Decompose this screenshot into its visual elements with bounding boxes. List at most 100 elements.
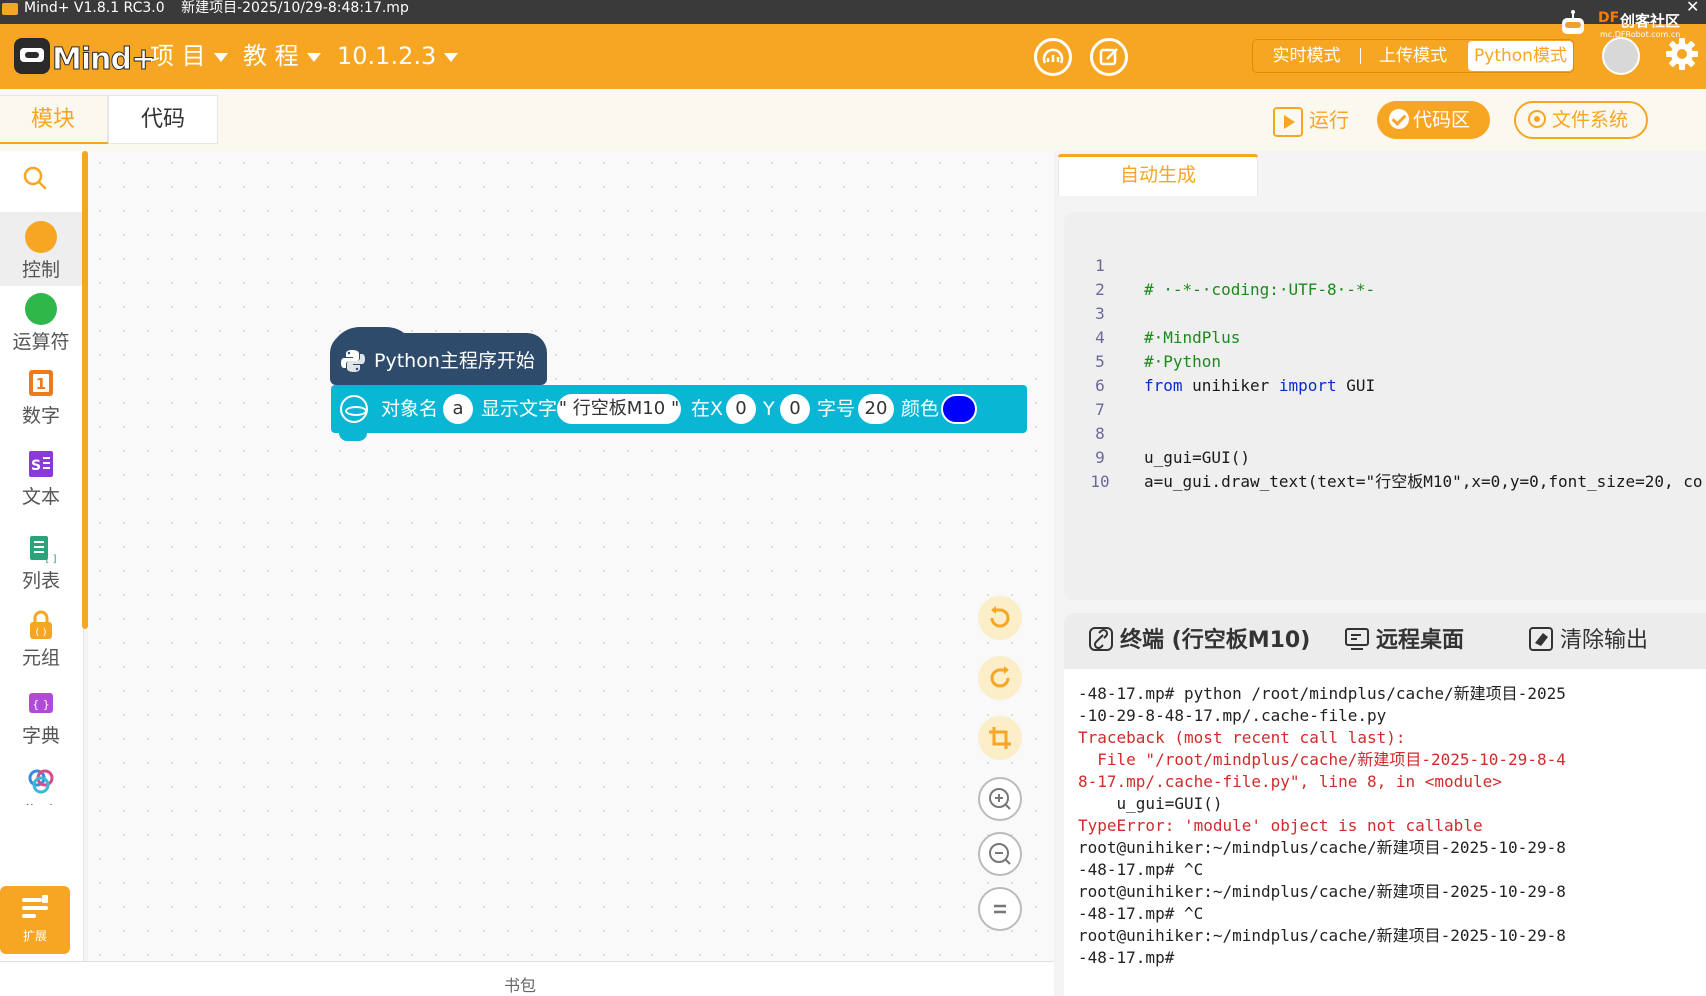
mindplus-window: Mind+ V1.8.1 RC3.0 新建项目-2025/10/29-8:48:… bbox=[0, 0, 1706, 996]
code-area-label: 代码区 bbox=[1413, 109, 1471, 131]
gear-icon[interactable] bbox=[1664, 36, 1700, 72]
link-icon bbox=[1089, 627, 1113, 651]
category-list[interactable]: [ ] 列表 bbox=[0, 532, 82, 604]
code-line: 5 from unihiker import GUI bbox=[1064, 326, 1375, 395]
y-value-input[interactable]: 0 bbox=[780, 394, 810, 424]
menu-project[interactable]: 项 目 bbox=[150, 39, 228, 73]
mode-upload-button[interactable]: 上传模式 bbox=[1361, 40, 1465, 72]
terminal-output[interactable]: -48-17.mp# python /root/mindplus/cache/新… bbox=[1078, 683, 1706, 969]
code-line: 4 #·Python bbox=[1064, 302, 1221, 371]
terminal-line: -48-17.mp# python /root/mindplus/cache/新… bbox=[1078, 684, 1566, 703]
show-text-label: 显示文字 bbox=[481, 398, 558, 420]
reset-zoom-button[interactable] bbox=[978, 887, 1022, 931]
color-picker[interactable] bbox=[941, 394, 977, 424]
edit-button[interactable] bbox=[1090, 38, 1128, 76]
user-avatar[interactable] bbox=[1602, 37, 1640, 75]
tab-blocks[interactable]: 模块 bbox=[0, 95, 109, 144]
code-line: 2 bbox=[1064, 254, 1141, 299]
equals-icon bbox=[994, 904, 1006, 914]
clear-output-button[interactable]: 清除输出 bbox=[1528, 625, 1648, 657]
crop-button[interactable] bbox=[978, 716, 1022, 760]
category-tuple[interactable]: ( ) 元组 bbox=[0, 609, 82, 681]
block-workspace[interactable] bbox=[88, 151, 1054, 961]
extension-icon bbox=[22, 895, 48, 918]
tab-terminal[interactable]: 终端 (行空板M10) bbox=[1088, 625, 1310, 657]
code-text: # ·-*-·coding:·UTF-8·-*- bbox=[1144, 280, 1376, 299]
play-icon bbox=[1273, 106, 1303, 137]
terminal-line: -48-17.mp# ^C bbox=[1078, 904, 1204, 923]
extension-button[interactable]: 扩展 bbox=[0, 886, 70, 954]
code-line: 6 bbox=[1064, 350, 1141, 395]
list-icon: [ ] bbox=[30, 536, 56, 564]
font-size-label: 字号 bbox=[817, 398, 856, 420]
header-bar: Mind+ 项 目 教 程 10.1.2.3 实时模式 上传模式 Python模… bbox=[0, 24, 1706, 89]
zoom-in-button[interactable] bbox=[978, 777, 1022, 821]
df-community-name: 创客社区 bbox=[1620, 12, 1681, 30]
green-dot-icon bbox=[25, 293, 57, 325]
draw-text-block[interactable]: 对象名 a 显示文字 " 行空板M10 " 在X 0 Y 0 字号 20 颜色 bbox=[331, 385, 1027, 441]
df-community-url: mc.DFRobot.com.cn bbox=[1600, 30, 1681, 39]
code-area-button[interactable]: 代码区 bbox=[1377, 101, 1490, 139]
chevron-down-icon bbox=[213, 52, 228, 62]
file-system-button[interactable]: 文件系统 bbox=[1514, 101, 1648, 139]
search-icon[interactable] bbox=[22, 165, 48, 191]
zoom-out-button[interactable] bbox=[978, 832, 1022, 876]
eraser-icon bbox=[1529, 627, 1553, 651]
undo-button[interactable] bbox=[978, 596, 1022, 640]
category-number-label: 数字 bbox=[21, 405, 60, 427]
block-palette: 控制 运算符 1 数字 S 文本 [] 列表 () 元组 {} 字典 扩展 bbox=[0, 151, 88, 961]
category-text-label: 文本 bbox=[21, 486, 60, 508]
unihiker-screen-icon bbox=[340, 395, 368, 423]
clear-output-label: 清除输出 bbox=[1560, 628, 1649, 653]
category-operators[interactable]: 运算符 bbox=[0, 291, 82, 361]
terminal-line: TypeError: 'module' object is not callab… bbox=[1078, 816, 1483, 835]
terminal-header: 终端 (行空板M10) 远程桌面 清除输出 bbox=[1064, 613, 1706, 669]
object-name-input[interactable]: a bbox=[443, 394, 473, 424]
category-list-label: 列表 bbox=[21, 570, 60, 592]
tab-terminal-label: 终端 (行空板M10) bbox=[1120, 628, 1311, 653]
tab-auto-generated[interactable]: 自动生成 bbox=[1058, 154, 1258, 196]
run-button[interactable]: 运行 bbox=[1273, 103, 1349, 137]
category-control-label: 控制 bbox=[21, 259, 60, 281]
category-set[interactable]: 集合 bbox=[0, 765, 82, 805]
terminal-line: root@unihiker:~/mindplus/cache/新建项目-2025… bbox=[1078, 882, 1566, 901]
menu-device[interactable]: 10.1.2.3 bbox=[337, 39, 459, 73]
redo-icon bbox=[990, 666, 1010, 688]
tab-code[interactable]: 代码 bbox=[108, 95, 218, 144]
mindplus-logo[interactable]: Mind+ bbox=[14, 34, 157, 80]
menu-project-label: 项 目 bbox=[150, 42, 206, 70]
code-line: 8 u_gui=GUI() bbox=[1064, 398, 1250, 467]
dashboard-icon bbox=[1042, 48, 1064, 64]
font-size-input[interactable]: 20 bbox=[858, 394, 894, 424]
category-operators-label: 运算符 bbox=[12, 331, 70, 353]
mode-python-button[interactable]: Python模式 bbox=[1468, 41, 1573, 71]
code-text: from unihiker import GUI bbox=[1144, 376, 1376, 395]
set-icon bbox=[28, 769, 54, 794]
menu-tutorial[interactable]: 教 程 bbox=[243, 39, 321, 73]
redo-button[interactable] bbox=[978, 656, 1022, 700]
category-dict[interactable]: { } 字典 bbox=[0, 687, 82, 759]
code-line: 7 bbox=[1064, 374, 1141, 419]
start-block-label: Python主程序开始 bbox=[374, 350, 535, 372]
close-icon[interactable]: ✕ bbox=[1686, 0, 1699, 16]
text-value-input[interactable]: " 行空板M10 " bbox=[557, 394, 681, 424]
python-main-start-block[interactable]: Python主程序开始 bbox=[330, 327, 547, 385]
tab-remote-desktop[interactable]: 远程桌面 bbox=[1344, 625, 1464, 657]
zoom-in-icon bbox=[989, 788, 1011, 810]
app-version: Mind+ V1.8.1 RC3.0 bbox=[24, 0, 165, 16]
bookbag-bar[interactable]: 书包 bbox=[0, 961, 1054, 996]
text-icon: S bbox=[29, 451, 53, 477]
category-text[interactable]: S 文本 bbox=[0, 448, 82, 520]
category-control[interactable]: 控制 bbox=[0, 212, 82, 286]
chevron-down-icon bbox=[306, 52, 321, 62]
df-community-logo: DF 创客社区 mc.DFRobot.com.cn bbox=[1554, 0, 1706, 39]
dashboard-button[interactable] bbox=[1034, 38, 1072, 76]
code-editor[interactable]: 1 # ·-*-·coding:·UTF-8·-*- 2 3 #·MindPlu… bbox=[1064, 212, 1706, 600]
terminal-line: u_gui=GUI() bbox=[1078, 794, 1223, 813]
category-number[interactable]: 1 数字 bbox=[0, 367, 82, 439]
x-value-input[interactable]: 0 bbox=[726, 394, 756, 424]
terminal-line: root@unihiker:~/mindplus/cache/新建项目-2025… bbox=[1078, 838, 1566, 857]
edit-icon bbox=[1099, 48, 1118, 66]
code-line: 3 #·MindPlus bbox=[1064, 278, 1240, 347]
mode-realtime-button[interactable]: 实时模式 bbox=[1253, 40, 1360, 72]
